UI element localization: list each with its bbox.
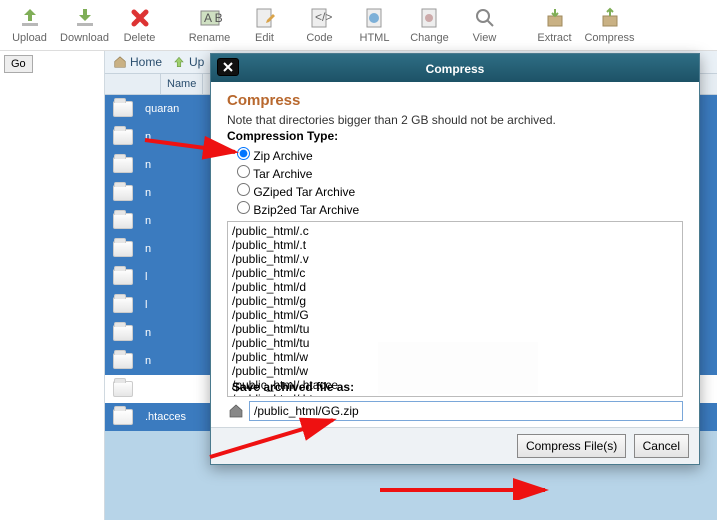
radio-bzip[interactable]: Bzip2ed Tar Archive — [237, 201, 683, 217]
folder-icon — [113, 157, 133, 173]
svg-text:A B: A B — [204, 11, 222, 25]
close-button[interactable] — [217, 58, 239, 76]
change-button[interactable]: Change — [402, 4, 457, 46]
dialog-note: Note that directories bigger than 2 GB s… — [227, 113, 683, 127]
change-label: Change — [410, 32, 449, 44]
breadcrumb-home[interactable]: Home — [113, 55, 162, 69]
folder-icon — [113, 297, 133, 313]
view-label: View — [473, 32, 497, 44]
dialog-titlebar[interactable]: Compress — [211, 54, 699, 82]
radio-tar[interactable]: Tar Archive — [237, 165, 683, 181]
html-label: HTML — [360, 32, 390, 44]
compress-files-button[interactable]: Compress File(s) — [517, 434, 626, 458]
folder-icon — [113, 101, 133, 117]
folder-icon — [113, 241, 133, 257]
radio-bzip-input[interactable] — [237, 201, 250, 214]
view-button[interactable]: View — [457, 4, 512, 46]
html-button[interactable]: HTML — [347, 4, 402, 46]
home-icon — [227, 403, 245, 419]
file-icon — [113, 409, 133, 425]
go-button[interactable]: Go — [4, 55, 33, 73]
compress-dialog: Compress Compress Note that directories … — [210, 53, 700, 465]
close-icon — [222, 61, 234, 73]
dialog-footer: Compress File(s) Cancel — [211, 427, 699, 464]
download-label: Download — [60, 32, 109, 44]
left-sidebar: Go — [0, 51, 105, 520]
radio-zip-input[interactable] — [237, 147, 250, 160]
rename-label: Rename — [189, 32, 231, 44]
code-label: Code — [306, 32, 332, 44]
folder-icon — [113, 325, 133, 341]
rename-button[interactable]: A B Rename — [182, 4, 237, 46]
home-icon — [113, 55, 127, 69]
radio-gzip-input[interactable] — [237, 183, 250, 196]
delete-button[interactable]: Delete — [112, 4, 167, 46]
compress-label: Compress — [584, 32, 634, 44]
redacted-area — [378, 342, 538, 394]
download-button[interactable]: Download — [57, 4, 112, 46]
svg-text:</>: </> — [315, 10, 332, 24]
radio-gzip[interactable]: GZiped Tar Archive — [237, 183, 683, 199]
folder-icon — [113, 269, 133, 285]
cancel-button[interactable]: Cancel — [634, 434, 689, 458]
delete-label: Delete — [124, 32, 156, 44]
folder-icon — [113, 381, 133, 397]
col-name[interactable]: Name — [161, 74, 203, 94]
compress-button[interactable]: Compress — [582, 4, 637, 46]
code-button[interactable]: </> Code — [292, 4, 347, 46]
up-icon — [172, 55, 186, 69]
radio-zip[interactable]: Zip Archive — [237, 147, 683, 163]
dialog-heading: Compress — [227, 92, 683, 109]
breadcrumb-up[interactable]: Up — [172, 55, 204, 69]
radio-tar-input[interactable] — [237, 165, 250, 178]
main-toolbar: Upload Download Delete A B Rename Edit <… — [0, 0, 717, 51]
folder-icon — [113, 353, 133, 369]
save-path-input[interactable] — [249, 401, 683, 421]
edit-button[interactable]: Edit — [237, 4, 292, 46]
extract-label: Extract — [537, 32, 571, 44]
folder-icon — [113, 185, 133, 201]
upload-button[interactable]: Upload — [2, 4, 57, 46]
edit-label: Edit — [255, 32, 274, 44]
save-as-label: Save archived file as: — [232, 380, 354, 394]
compression-type-group: Zip Archive Tar Archive GZiped Tar Archi… — [237, 147, 683, 217]
upload-label: Upload — [12, 32, 47, 44]
dialog-title: Compress — [426, 62, 485, 76]
extract-button[interactable]: Extract — [527, 4, 582, 46]
compression-type-label: Compression Type: — [227, 129, 683, 143]
files-listbox[interactable]: /public_html/.c /public_html/.t /public_… — [227, 221, 683, 397]
folder-icon — [113, 129, 133, 145]
folder-icon — [113, 213, 133, 229]
